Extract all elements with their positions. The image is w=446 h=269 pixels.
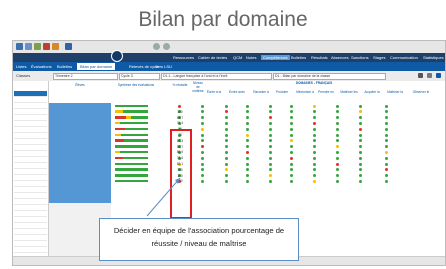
annotation-callout: Décider en équipe de l'association pourc… xyxy=(99,218,299,261)
